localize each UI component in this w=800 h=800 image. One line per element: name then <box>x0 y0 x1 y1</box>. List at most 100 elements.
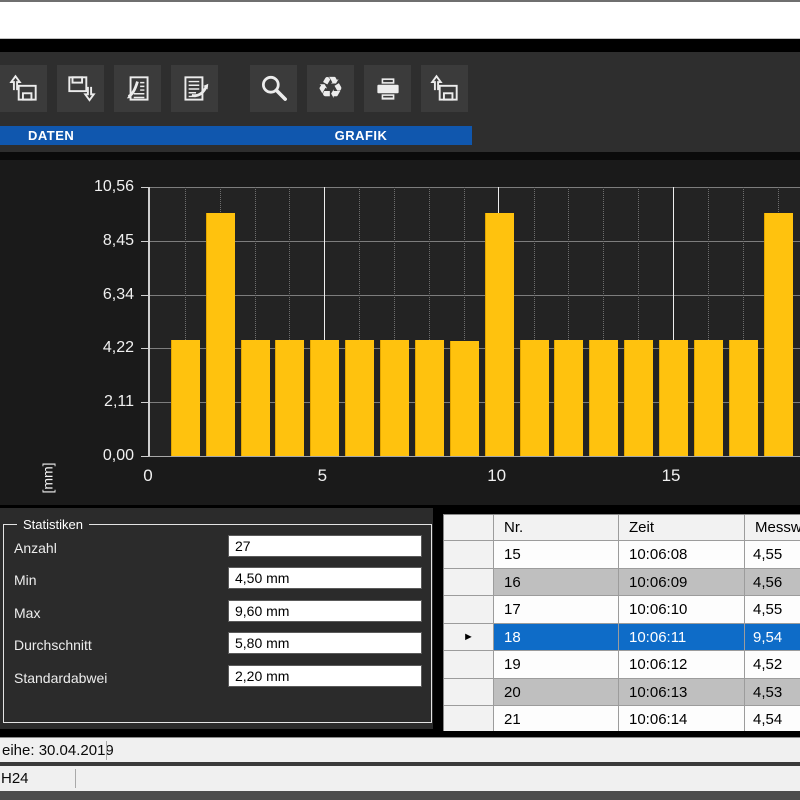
table-row[interactable]: 2110:06:144,54 <box>444 706 800 733</box>
lower-region: Statistiken Anzahl Min Max Durchschnitt … <box>0 505 800 737</box>
zoom-magnifier-icon <box>257 72 291 106</box>
plot-area <box>148 187 800 457</box>
chart-bar <box>415 340 444 456</box>
load-data-floppy-up-icon <box>7 72 41 106</box>
table-cell: 4,54 <box>745 706 800 733</box>
table-cell: 10:06:14 <box>619 706 745 733</box>
toolbar: ♻ DATEN GRAFIK <box>0 52 800 152</box>
x-tick-label: 0 <box>143 466 152 486</box>
row-selector-cell[interactable] <box>444 679 494 707</box>
row-selector-cell[interactable] <box>444 569 494 597</box>
zoom-button[interactable] <box>250 65 297 112</box>
chart-bar <box>310 340 339 456</box>
save-graphic-button[interactable] <box>421 65 468 112</box>
table-header: Nr.ZeitMesswe <box>444 515 800 541</box>
table-row[interactable]: 1510:06:084,55 <box>444 541 800 569</box>
chart-bar <box>485 213 514 456</box>
max-label: Max <box>14 603 40 623</box>
print-icon <box>371 72 405 106</box>
chart-bar <box>275 340 304 456</box>
min-label: Min <box>14 570 37 590</box>
table-cell: 10:06:11 <box>619 624 745 652</box>
import-document-button[interactable] <box>114 65 161 112</box>
table-row[interactable]: 1610:06:094,56 <box>444 569 800 597</box>
table-cell: 9,54 <box>745 624 800 652</box>
y-axis: 0,002,114,226,348,4510,56 <box>0 187 140 456</box>
min-field[interactable] <box>228 567 422 589</box>
table-body: 1510:06:084,551610:06:094,561710:06:104,… <box>444 541 800 733</box>
table-cell: 19 <box>494 651 619 679</box>
y-gridline <box>150 295 800 296</box>
reset-button[interactable]: ♻ <box>307 65 354 112</box>
divider-band <box>0 152 800 160</box>
divider-band <box>0 39 800 52</box>
max-field[interactable] <box>228 600 422 622</box>
y-tick-label: 10,56 <box>94 177 134 197</box>
table-cell: 10:06:08 <box>619 541 745 569</box>
table-row[interactable]: 1710:06:104,55 <box>444 596 800 624</box>
chart-bar <box>206 213 235 456</box>
durchschnitt-label: Durchschnitt <box>14 635 92 655</box>
durchschnitt-field[interactable] <box>228 632 422 654</box>
table-row[interactable]: ►1810:06:119,54 <box>444 624 800 652</box>
export-document-icon <box>178 72 212 106</box>
chart-bar <box>380 340 409 456</box>
y-tick-mark <box>141 295 148 296</box>
column-header-zeit[interactable]: Zeit <box>619 515 745 541</box>
statistics-panel: Statistiken Anzahl Min Max Durchschnitt … <box>0 508 433 729</box>
row-selector-cell[interactable] <box>444 706 494 733</box>
table-cell: 16 <box>494 569 619 597</box>
chart-bar <box>241 340 270 456</box>
chart-bar <box>764 213 793 456</box>
y-gridline <box>150 187 800 188</box>
table-row[interactable]: 2010:06:134,53 <box>444 679 800 707</box>
statusbar-device: H24 <box>0 766 800 791</box>
statusbar-separator <box>75 769 76 788</box>
chart-region: [mm] 0,002,114,226,348,4510,56 051015 <box>0 160 800 505</box>
table-cell: 10:06:12 <box>619 651 745 679</box>
x-tick-label: 10 <box>487 466 506 486</box>
x-tick-label: 5 <box>318 466 327 486</box>
toolbar-group-label-daten: DATEN <box>0 126 250 145</box>
statusbar-separator <box>106 741 107 760</box>
statusbar-measurement-series: eihe: 30.04.2019 <box>0 737 800 762</box>
standardabwei-field[interactable] <box>228 665 422 687</box>
table-cell: 18 <box>494 624 619 652</box>
measurement-table: Nr.ZeitMesswe 1510:06:084,551610:06:094,… <box>443 514 800 733</box>
export-document-button[interactable] <box>171 65 218 112</box>
y-tick-label: 4,22 <box>103 338 134 358</box>
y-tick-mark <box>141 241 148 242</box>
chart-bar <box>589 340 618 456</box>
table-row[interactable]: 1910:06:124,52 <box>444 651 800 679</box>
table-cell: 4,55 <box>745 541 800 569</box>
save-graphic-floppy-up-icon <box>428 72 462 106</box>
chart-bar <box>729 340 758 456</box>
chart-bar <box>345 340 374 456</box>
print-button[interactable] <box>364 65 411 112</box>
y-tick-mark <box>141 456 148 457</box>
load-data-button[interactable] <box>0 65 47 112</box>
table-cell: 20 <box>494 679 619 707</box>
chart-bar <box>659 340 688 456</box>
anzahl-field[interactable] <box>228 535 422 557</box>
table-cell: 4,55 <box>745 596 800 624</box>
chart-bar <box>171 340 200 456</box>
chart-bar <box>624 340 653 456</box>
window-bottom-strip <box>0 791 800 800</box>
y-axis-unit-label: [mm] <box>20 450 76 506</box>
save-data-floppy-down-icon <box>64 72 98 106</box>
window-titlebar[interactable] <box>0 2 800 39</box>
column-header-nr[interactable]: Nr. <box>494 515 619 541</box>
y-tick-label: 0,00 <box>103 446 134 466</box>
save-data-button[interactable] <box>57 65 104 112</box>
row-selector-cell[interactable] <box>444 596 494 624</box>
row-selector-cell[interactable] <box>444 651 494 679</box>
table-cell: 17 <box>494 596 619 624</box>
statistics-legend: Statistiken <box>17 517 89 532</box>
y-tick-mark <box>141 402 148 403</box>
table-cell: 10:06:09 <box>619 569 745 597</box>
column-header-messwe[interactable]: Messwe <box>745 515 800 541</box>
chart-bar <box>450 341 479 456</box>
row-selector-cell[interactable] <box>444 541 494 569</box>
selected-row-arrow[interactable]: ► <box>444 624 494 652</box>
